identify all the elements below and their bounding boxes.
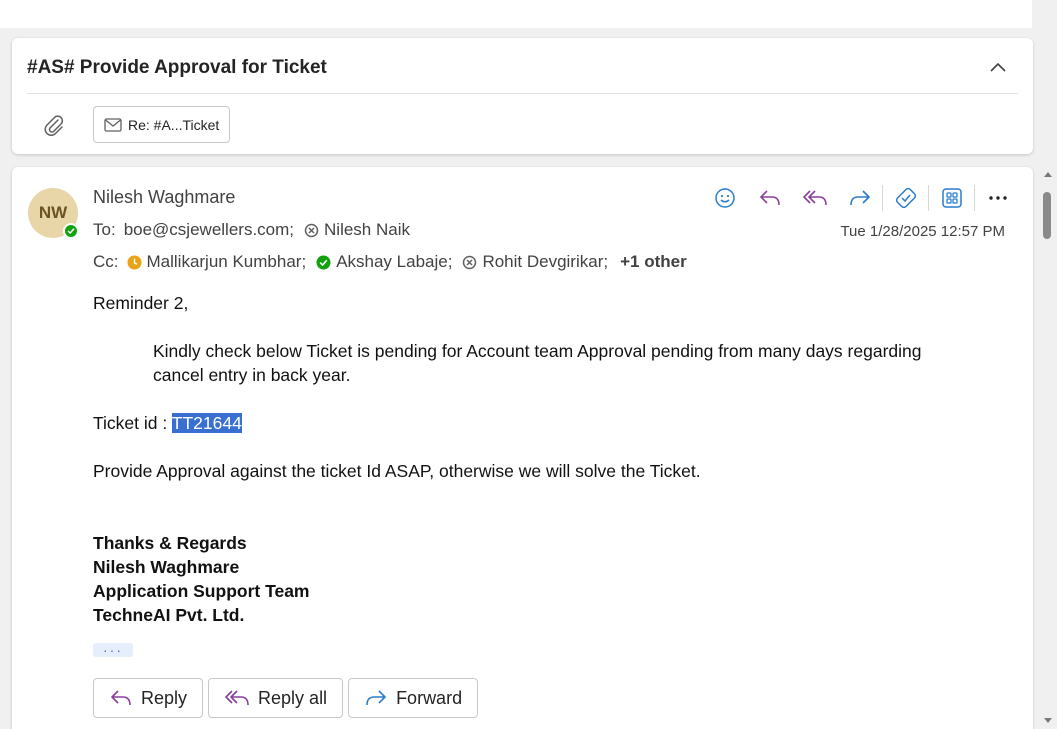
- to-line: To: boe@csjewellers.com; Nilesh Naik: [93, 220, 420, 240]
- scroll-up-icon[interactable]: [1044, 172, 1052, 177]
- reply-bar: Reply Reply all Forward: [93, 678, 479, 718]
- mail-icon: [104, 117, 122, 132]
- recipient-cc-2[interactable]: Akshay Labaje;: [316, 252, 452, 272]
- thread-header: #AS# Provide Approval for Ticket Re: #A.…: [12, 38, 1033, 154]
- unknown-status-icon: [304, 223, 319, 237]
- apps-icon: [942, 188, 962, 208]
- forward-icon: [850, 190, 870, 206]
- signature-line-2: Nilesh Waghmare: [93, 557, 240, 577]
- signature-line-3: Application Support Team: [93, 581, 310, 601]
- cc-label: Cc:: [93, 252, 119, 271]
- message-timestamp: Tue 1/28/2025 12:57 PM: [840, 223, 1005, 240]
- cc-line: Cc: Mallikarjun Kumbhar; Akshay Labaje; …: [93, 252, 687, 272]
- top-strip: [0, 0, 1032, 28]
- signature-line-4: TechneAI Pvt. Ltd.: [93, 605, 245, 625]
- thread-message-chip[interactable]: Re: #A...Ticket: [93, 106, 231, 143]
- actions-separator: [974, 185, 975, 211]
- to-label: To:: [93, 220, 116, 239]
- reply-all-button[interactable]: Reply all: [208, 678, 344, 718]
- actions-separator: [882, 185, 883, 211]
- show-trimmed-content-button[interactable]: ···: [93, 643, 133, 657]
- recipient-cc-1[interactable]: Mallikarjun Kumbhar;: [127, 252, 306, 272]
- reply-icon: [111, 690, 131, 706]
- more-recipients-link[interactable]: +1 other: [620, 252, 687, 272]
- emoji-icon: [715, 188, 735, 208]
- ticket-id-selected[interactable]: TT21644: [171, 413, 242, 433]
- reply-all-action-button[interactable]: [798, 183, 832, 213]
- emoji-reaction-button[interactable]: [708, 183, 742, 213]
- signature-line-1: Thanks & Regards: [93, 533, 247, 553]
- reading-pane-scrollbar[interactable]: [1040, 167, 1057, 729]
- check-icon: [67, 228, 75, 235]
- reply-button[interactable]: Reply: [93, 678, 204, 718]
- thread-subject: #AS# Provide Approval for Ticket: [27, 57, 327, 78]
- thread-divider: [27, 93, 1018, 94]
- sender-name[interactable]: Nilesh Waghmare: [93, 187, 235, 208]
- more-icon: [989, 196, 1007, 200]
- apps-button[interactable]: [935, 183, 969, 213]
- thread-chip-label: Re: #A...Ticket: [128, 116, 220, 133]
- actions-separator: [928, 185, 929, 211]
- body-greeting: Reminder 2,: [93, 293, 189, 313]
- scroll-down-icon[interactable]: [1044, 718, 1052, 723]
- reply-action-button[interactable]: [753, 183, 787, 213]
- paperclip-icon: [44, 115, 64, 136]
- forward-icon: [366, 690, 386, 706]
- collapse-thread-button[interactable]: [985, 54, 1011, 80]
- ticket-label: Ticket id :: [93, 413, 172, 433]
- away-status-icon: [127, 255, 141, 269]
- message-actions: [708, 183, 1026, 213]
- recipient-to-1[interactable]: boe@csjewellers.com;: [124, 220, 294, 240]
- message-body: Reminder 2, Kindly check below Ticket is…: [93, 291, 973, 627]
- recipient-cc-3[interactable]: Rohit Devgirikar;: [462, 252, 608, 272]
- sticky-note-icon: [895, 187, 917, 209]
- reply-all-button-label: Reply all: [258, 687, 328, 708]
- reply-button-label: Reply: [141, 687, 188, 708]
- presence-available-badge: [63, 223, 79, 239]
- message-card: NW Nilesh Waghmare To: boe@csjewellers.c…: [12, 167, 1033, 729]
- sticky-note-button[interactable]: [889, 183, 923, 213]
- unknown-status-icon: [463, 255, 477, 269]
- body-paragraph: Kindly check below Ticket is pending for…: [153, 341, 922, 385]
- forward-button-label: Forward: [396, 687, 463, 708]
- forward-action-button[interactable]: [843, 183, 877, 213]
- recipient-to-2[interactable]: Nilesh Naik: [304, 220, 410, 240]
- scrollbar-thumb[interactable]: [1043, 192, 1051, 239]
- body-ticket-line: Ticket id : TT21644: [93, 411, 973, 435]
- body-request: Provide Approval against the ticket Id A…: [93, 461, 701, 481]
- available-status-icon: [316, 255, 331, 269]
- reply-all-icon: [802, 190, 827, 206]
- reply-all-icon: [224, 690, 249, 706]
- forward-button[interactable]: Forward: [348, 678, 479, 718]
- more-actions-button[interactable]: [981, 183, 1015, 213]
- chevron-up-icon: [990, 62, 1006, 72]
- reply-icon: [760, 190, 780, 206]
